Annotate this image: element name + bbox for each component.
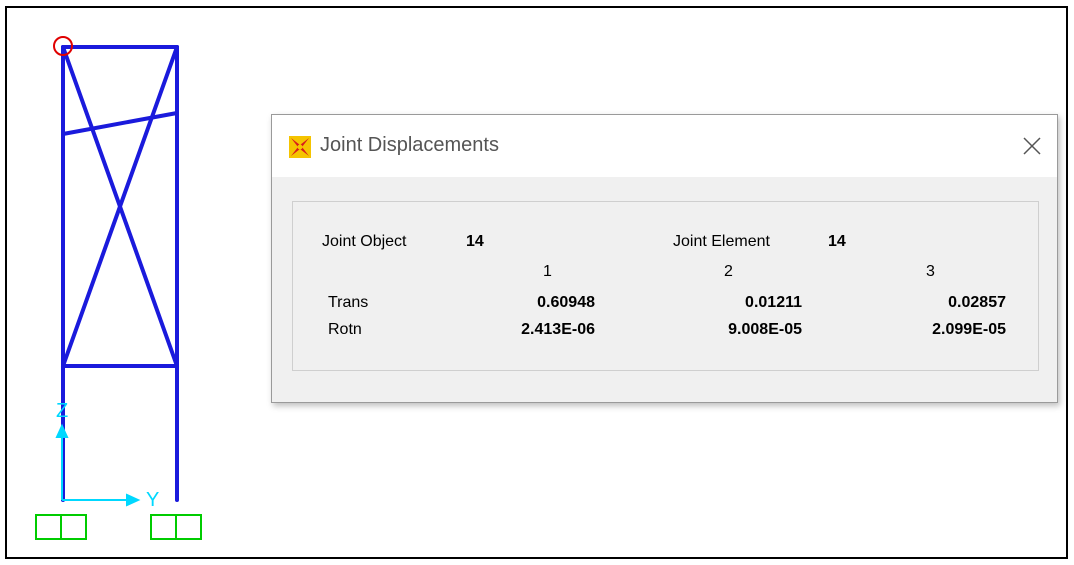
row-label-rotn: Rotn bbox=[328, 321, 362, 338]
row-label-trans: Trans bbox=[328, 294, 369, 311]
upper-brace-beam bbox=[61, 111, 179, 136]
trans-value-2: 0.01211 bbox=[745, 294, 802, 311]
rotn-value-2: 9.008E-05 bbox=[728, 321, 802, 338]
rotn-value-3: 2.099E-05 bbox=[932, 321, 1006, 338]
dialog-titlebar[interactable]: Joint Displacements bbox=[272, 115, 1057, 177]
y-axis-label: Y bbox=[146, 489, 159, 511]
column-header-2: 2 bbox=[724, 263, 733, 280]
sap-app-icon bbox=[289, 136, 311, 158]
dialog-title: Joint Displacements bbox=[320, 134, 499, 156]
trans-value-1: 0.60948 bbox=[537, 294, 595, 311]
column-header-1: 1 bbox=[543, 263, 552, 280]
trans-value-3: 0.02857 bbox=[948, 294, 1006, 311]
rotn-value-1: 2.413E-06 bbox=[521, 321, 595, 338]
displacement-group: Joint Object 14 Joint Element 14 1 2 3 T… bbox=[292, 201, 1039, 371]
joint-element-value: 14 bbox=[828, 233, 846, 250]
close-icon[interactable] bbox=[1015, 129, 1049, 163]
joint-object-value: 14 bbox=[466, 233, 484, 250]
y-axis-arrow bbox=[126, 493, 141, 507]
joint-object-label: Joint Object bbox=[322, 233, 407, 250]
joint-displacements-dialog: Joint Displacements Joint Object 14 Join… bbox=[271, 114, 1058, 403]
z-axis-label: Z bbox=[56, 400, 68, 422]
joint-element-label: Joint Element bbox=[673, 233, 770, 250]
z-axis-arrow bbox=[55, 423, 69, 438]
column-header-3: 3 bbox=[926, 263, 935, 280]
